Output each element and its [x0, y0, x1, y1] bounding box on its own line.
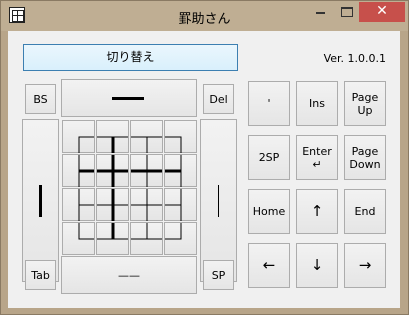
double-space-button[interactable]: 2SP [248, 135, 290, 180]
title-bar: 罫助さん ✕ [1, 1, 408, 31]
backspace-button[interactable]: BS [25, 84, 56, 114]
box-char-button[interactable] [164, 188, 197, 221]
box-char-button[interactable] [130, 120, 163, 153]
box-char-button[interactable] [96, 154, 129, 187]
version-label: Ver. 1.0.0.1 [323, 52, 386, 65]
horizontal-bold-line-button[interactable] [61, 79, 197, 117]
box-char-button[interactable] [164, 154, 197, 187]
box-char-button[interactable] [164, 120, 197, 153]
box-char-button[interactable] [62, 120, 95, 153]
box-char-button[interactable] [96, 222, 129, 255]
arrow-left-button[interactable]: ← [248, 243, 290, 288]
box-char-button[interactable] [130, 188, 163, 221]
toggle-button[interactable]: 切り替え [23, 44, 238, 71]
arrow-right-button[interactable]: → [344, 243, 386, 288]
end-button[interactable]: End [344, 189, 386, 234]
quote-button[interactable]: ' [248, 81, 290, 126]
box-char-button[interactable] [130, 154, 163, 187]
box-char-button[interactable] [62, 188, 95, 221]
enter-button[interactable]: Enter ↵ [296, 135, 338, 180]
insert-button[interactable]: Ins [296, 81, 338, 126]
arrow-up-button[interactable]: ↑ [296, 189, 338, 234]
minimize-button[interactable] [307, 2, 333, 22]
arrow-down-button[interactable]: ↓ [296, 243, 338, 288]
box-char-button[interactable] [130, 222, 163, 255]
box-char-button[interactable] [62, 154, 95, 187]
close-button[interactable]: ✕ [359, 2, 405, 22]
box-char-button[interactable] [96, 188, 129, 221]
vertical-bold-line-button[interactable] [22, 119, 59, 282]
home-button[interactable]: Home [248, 189, 290, 234]
box-char-button[interactable] [96, 120, 129, 153]
vertical-thin-line-button[interactable] [200, 119, 237, 282]
main-panel: 切り替え Ver. 1.0.0.1 BS Del Tab —— SP ' Ins… [8, 31, 400, 308]
space-button[interactable]: SP [203, 260, 234, 290]
box-char-button[interactable] [164, 222, 197, 255]
box-char-button[interactable] [62, 222, 95, 255]
app-window: 罫助さん ✕ 切り替え Ver. 1.0.0.1 BS Del Tab —— S… [0, 0, 409, 315]
tab-button[interactable]: Tab [25, 260, 56, 290]
page-up-button[interactable]: Page Up [344, 81, 386, 126]
maximize-button[interactable] [333, 2, 359, 22]
delete-button[interactable]: Del [203, 84, 234, 114]
horizontal-thin-line-button[interactable]: —— [61, 256, 197, 294]
page-down-button[interactable]: Page Down [344, 135, 386, 180]
